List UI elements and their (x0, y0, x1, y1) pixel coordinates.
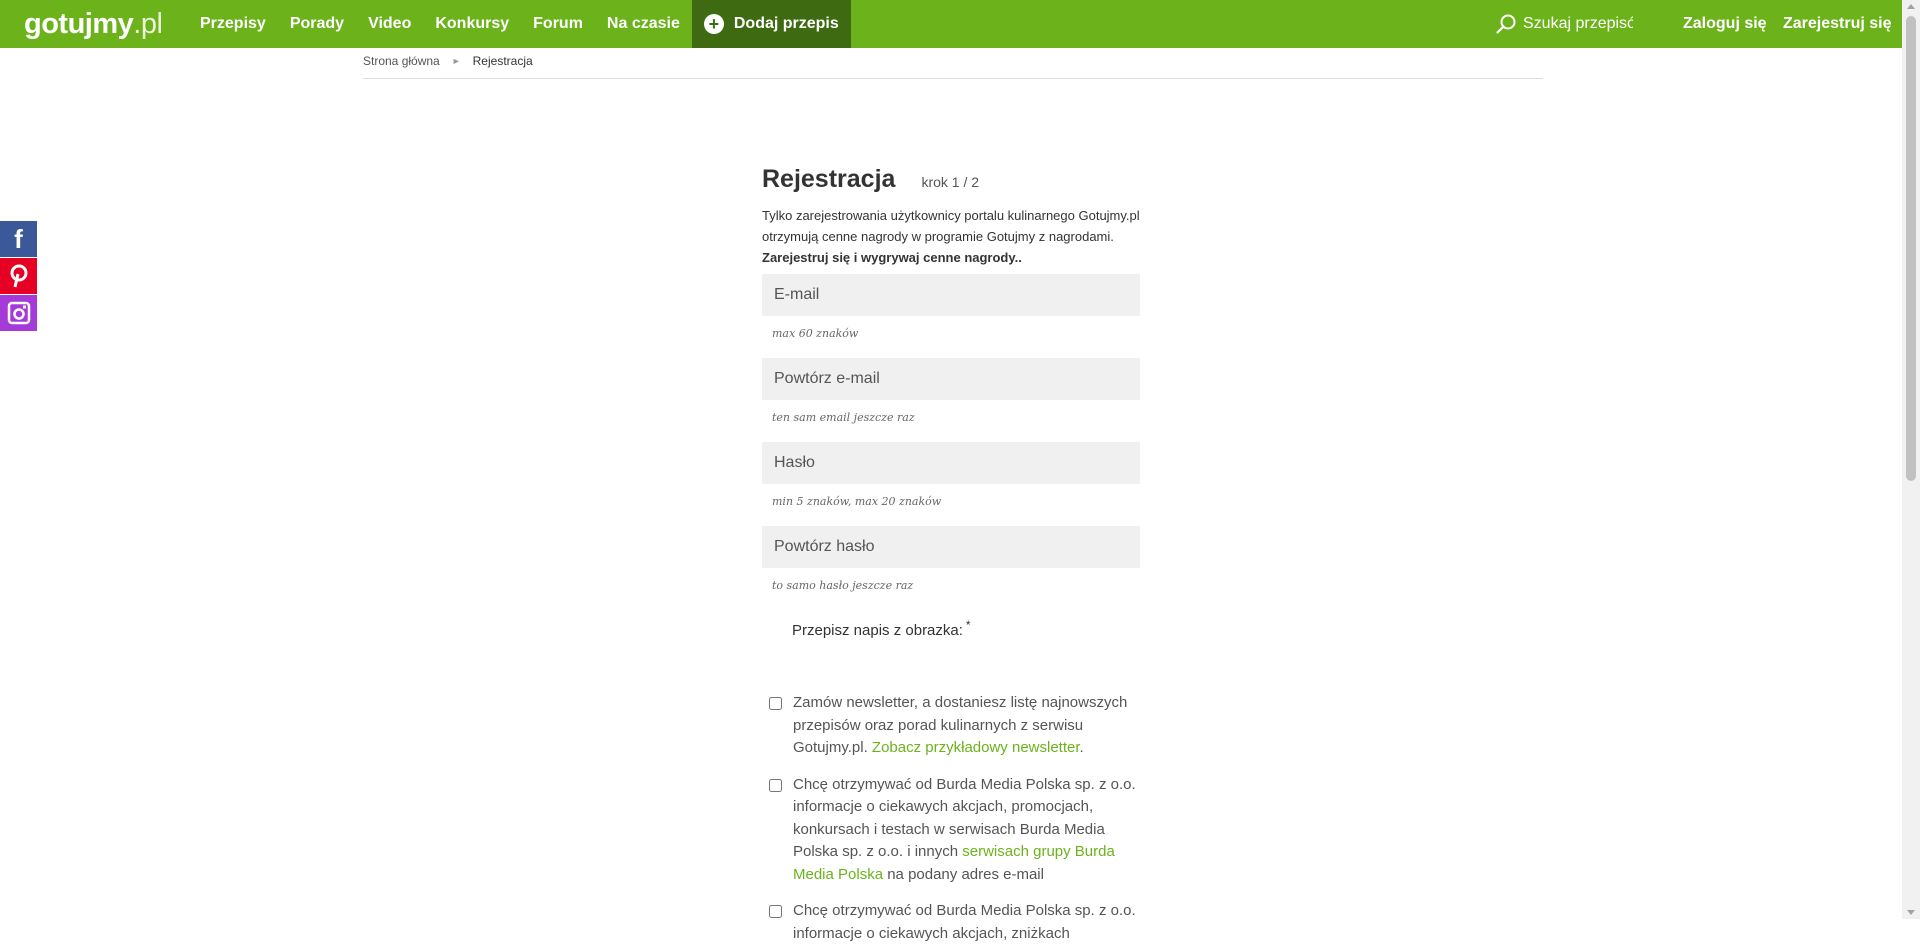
form-title-row: Rejestracja krok 1 / 2 (762, 165, 1142, 201)
facebook-icon[interactable]: f (0, 221, 37, 257)
marketing-consent-1-checkbox[interactable] (769, 778, 782, 792)
breadcrumb: Strona główna ► Rejestracja (363, 54, 1543, 79)
add-recipe-label: Dodaj przepis (733, 15, 839, 32)
password-field[interactable] (762, 442, 1140, 484)
password-hint: min 5 znaków, max 20 znaków (772, 495, 942, 508)
marketing-consent-1: Chcę otrzymywać od Burda Media Polska sp… (762, 774, 1142, 887)
login-link[interactable]: Zaloguj się (1683, 0, 1767, 48)
intro-text: Tylko zarejestrowania użytkownicy portal… (762, 205, 1142, 268)
newsletter-end: . (1079, 739, 1084, 756)
required-marker: * (965, 618, 971, 632)
intro-bold: Zarejestruj się i wygrywaj cenne nagrody… (762, 250, 1022, 265)
nav-item-porady[interactable]: Porady (278, 0, 356, 48)
top-navigation-bar: gotujmy.pl Przepisy Porady Video Konkurs… (0, 0, 1902, 48)
repeat-email-field[interactable] (762, 358, 1140, 400)
captcha-label: Przepisz napis z obrazka: (792, 622, 963, 639)
repeat-email-hint: ten sam email jeszcze raz (772, 411, 915, 424)
newsletter-text: Zamów newsletter, a dostaniesz listę naj… (793, 692, 1142, 760)
search-box (1495, 10, 1633, 38)
intro-plain: Tylko zarejestrowania użytkownicy portal… (762, 208, 1140, 244)
add-recipe-button[interactable]: + Dodaj przepis (691, 0, 851, 48)
nav-item-przepisy[interactable]: Przepisy (188, 0, 278, 48)
email-hint: max 60 znaków (772, 327, 859, 340)
nav-item-na-czasie[interactable]: Na czasie (595, 0, 692, 48)
site-logo[interactable]: gotujmy.pl (24, 6, 163, 42)
main-nav: Przepisy Porady Video Konkursy Forum Na … (188, 0, 851, 48)
email-field[interactable] (762, 274, 1140, 316)
nav-item-video[interactable]: Video (356, 0, 423, 48)
marketing-consent-1-text: Chcę otrzymywać od Burda Media Polska sp… (793, 774, 1142, 887)
registration-form: Rejestracja krok 1 / 2 Tylko zarejestrow… (762, 165, 1142, 945)
scroll-up-arrow-icon[interactable] (1907, 4, 1915, 9)
search-icon[interactable] (1495, 13, 1517, 35)
breadcrumb-home[interactable]: Strona główna (363, 54, 440, 68)
marketing-consent-2-text: Chcę otrzymywać od Burda Media Polska sp… (793, 902, 1136, 942)
nav-item-konkursy[interactable]: Konkursy (423, 0, 521, 48)
consent1-end: na podany adres e-mail (883, 865, 1044, 883)
plus-circle-icon: + (703, 14, 724, 34)
repeat-password-hint: to samo hasło jeszcze raz (772, 579, 914, 592)
breadcrumb-current: Rejestracja (472, 54, 533, 68)
breadcrumb-separator-icon: ► (451, 56, 461, 66)
search-input[interactable] (1523, 11, 1633, 37)
captcha-section: Przepisz napis z obrazka: * (762, 618, 1142, 678)
marketing-consent-2-checkbox[interactable] (769, 905, 782, 918)
scrollbar-thumb[interactable] (1906, 16, 1916, 481)
pinterest-icon[interactable] (0, 258, 37, 294)
step-indicator: krok 1 / 2 (921, 174, 980, 190)
repeat-password-field[interactable] (762, 526, 1140, 568)
newsletter-checkbox[interactable] (769, 697, 782, 710)
nav-item-forum[interactable]: Forum (521, 0, 595, 48)
newsletter-consent: Zamów newsletter, a dostaniesz listę naj… (762, 692, 1142, 760)
page-scrollbar[interactable] (1902, 0, 1920, 919)
marketing-consent-2: Chcę otrzymywać od Burda Media Polska sp… (762, 900, 1142, 945)
newsletter-sample-link[interactable]: Zobacz przykładowy newsletter (872, 739, 1080, 756)
logo-main: gotujmy (24, 8, 134, 40)
register-link[interactable]: Zarejestruj się (1783, 0, 1892, 48)
logo-suffix: .pl (133, 8, 163, 40)
scroll-down-arrow-icon[interactable] (1907, 910, 1915, 915)
page-title: Rejestracja (762, 165, 896, 193)
instagram-icon[interactable] (0, 295, 37, 331)
